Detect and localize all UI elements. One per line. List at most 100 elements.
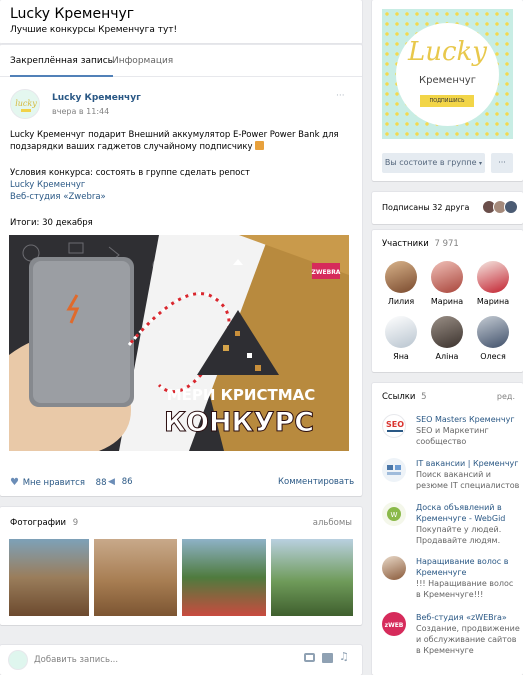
photo-4[interactable] [271, 539, 353, 616]
link-desc: Создание, продвижение и обслуживание сай… [416, 624, 520, 655]
seo-logo-icon: SEO [382, 414, 406, 438]
tab-pinned[interactable]: Закреплённая запись [10, 45, 113, 77]
friends-subscribed-block[interactable]: Подписаны 32 друга [372, 192, 523, 224]
member-status-button[interactable]: Вы состоите в группе ▾ [382, 153, 485, 173]
members-count: 7 971 [434, 239, 459, 249]
link-desc: SEO и Маркетинг сообщество [416, 426, 489, 446]
svg-text:lucky: lucky [15, 99, 37, 108]
post-text-results: Итоги: 30 декабря [10, 218, 93, 228]
it-jobs-logo-icon [382, 458, 406, 482]
post-text-line1: Lucky Кременчуг подарит Внешний аккумуля… [10, 130, 339, 140]
post-link-studio[interactable]: Веб-студия «Zwebra» [10, 191, 106, 203]
link-title: IT вакансии | Кременчуг [416, 459, 519, 468]
like-label: Мне нравится [22, 478, 85, 488]
member-name: Аліна [435, 352, 459, 361]
wall-tabs: Закреплённая запись Информация [0, 45, 362, 77]
post-text-line3: Условия конкурса: состоять в группе сдел… [10, 168, 250, 178]
post-author-avatar[interactable]: lucky [10, 89, 40, 119]
more-actions-button[interactable]: ··· [491, 153, 513, 173]
member-name: Олеся [480, 352, 506, 361]
group-title: Lucky Кременчуг [10, 6, 135, 22]
link-item[interactable]: zWEB Веб-студия «zWEBra» Создание, продв… [382, 612, 520, 668]
music-icon[interactable]: ♫ [339, 650, 349, 663]
image-headline-1: МЕРИ КРИСТМАС [167, 386, 316, 404]
link-title: Веб-студия «zWEBra» [416, 613, 507, 622]
member-item[interactable]: Лилия [380, 261, 422, 306]
member-avatar [385, 316, 417, 348]
photos-title: Фотографии [10, 518, 67, 528]
logo-subscribe-sign: ПОДПИШИСЬ [420, 95, 474, 107]
svg-text:zWEB: zWEB [385, 622, 404, 629]
links-edit-button[interactable]: ред. [497, 392, 515, 401]
member-item[interactable]: Олеся [472, 316, 514, 361]
gift-emoji-icon [255, 141, 265, 150]
link-desc: !!! Наращивание волос в Кременчуге!!! [416, 579, 514, 599]
composer-input[interactable]: Добавить запись... [34, 655, 118, 665]
post-image[interactable]: ZWEBRA МЕРИ КРИСТМАС КОНКУРС [9, 235, 349, 451]
post-text-line2-text: подзарядки ваших гаджетов случайному под… [10, 142, 253, 152]
member-item[interactable]: Яна [380, 316, 422, 361]
chevron-down-icon: ▾ [479, 160, 483, 167]
image-headline-2: КОНКУРС [164, 407, 314, 438]
members-title: Участники [382, 239, 429, 249]
members-block: Участники 7 971 Лилия Марина Марина Яна … [372, 230, 523, 372]
members-heading[interactable]: Участники 7 971 [382, 239, 459, 249]
photos-block: Фотографии 9 альбомы [0, 507, 362, 625]
post-more-icon[interactable]: ··· [336, 91, 345, 101]
links-count: 5 [421, 392, 427, 402]
heart-icon: ♥ [10, 477, 19, 488]
share-button[interactable]: ◀ 86 [108, 477, 133, 487]
composer-avatar [8, 650, 28, 670]
albums-link[interactable]: альбомы [313, 518, 352, 528]
member-name: Марина [476, 297, 510, 306]
member-item[interactable]: Аліна [426, 316, 468, 361]
post-link-group[interactable]: Lucky Кременчуг [10, 179, 85, 191]
camera-icon[interactable] [304, 653, 315, 662]
zwebra-logo: ZWEBRA [312, 269, 341, 276]
friends-subscribed-text: Подписаны 32 друга [382, 203, 470, 212]
member-item[interactable]: Марина [472, 261, 514, 306]
photo-3[interactable] [182, 539, 266, 616]
link-item[interactable]: IT вакансии | Кременчуг Поиск вакансий и… [382, 458, 520, 494]
link-desc: Покупайте у людей. Продавайте людям. [416, 525, 502, 545]
post-time[interactable]: вчера в 11:44 [52, 107, 109, 116]
photos-count: 9 [72, 518, 79, 528]
link-title: Доска объявлений в Кременчуге - WebGid [416, 503, 506, 523]
post-text-line2: подзарядки ваших гаджетов случайному под… [10, 141, 265, 153]
share-count: 86 [121, 477, 133, 487]
link-desc: Поиск вакансий и резюме IT специалистов [416, 470, 520, 490]
group-avatar[interactable]: Lucky Кременчуг ПОДПИШИСЬ [382, 9, 513, 139]
megaphone-icon: ◀ [108, 477, 115, 487]
member-name: Лилия [387, 297, 415, 306]
links-block: Ссылки 5 ред. SEO SEO Masters Кременчуг … [372, 383, 523, 675]
member-item[interactable]: Марина [426, 261, 468, 306]
zwebra-logo-icon: zWEB [382, 612, 406, 636]
video-icon[interactable] [322, 653, 333, 663]
pinned-post: Закреплённая запись Информация lucky Luc… [0, 44, 362, 496]
photo-1[interactable] [9, 539, 89, 616]
link-title: Наращивание волос в Кременчуге [416, 557, 509, 577]
friend-avatar-3 [504, 200, 518, 214]
photos-heading[interactable]: Фотографии 9 [10, 518, 78, 528]
like-button[interactable]: ♥ Мне нравится 88 [10, 477, 107, 488]
member-avatar [431, 261, 463, 293]
link-item[interactable]: Наращивание волос в Кременчуге !!! Наращ… [382, 556, 520, 602]
link-item[interactable]: W Доска объявлений в Кременчуге - WebGid… [382, 502, 520, 550]
member-name: Марина [430, 297, 464, 306]
svg-text:W: W [391, 511, 398, 519]
tab-info[interactable]: Информация [112, 45, 173, 77]
group-cover-block: Lucky Кременчуг ПОДПИШИСЬ Вы состоите в … [372, 0, 523, 181]
member-avatar [477, 261, 509, 293]
link-item[interactable]: SEO SEO Masters Кременчуг SEO и Маркетин… [382, 414, 520, 450]
post-author-name[interactable]: Lucky Кременчуг [52, 93, 141, 103]
post-composer: Добавить запись... ♫ [0, 645, 362, 675]
logo-city: Кременчуг [419, 75, 476, 86]
group-status: Лучшие конкурсы Кременчуга тут! [10, 25, 178, 35]
svg-text:SEO: SEO [386, 420, 404, 429]
group-header: Lucky Кременчуг Лучшие конкурсы Кременчу… [0, 0, 362, 44]
links-heading[interactable]: Ссылки 5 [382, 392, 427, 402]
comment-button[interactable]: Комментировать [278, 477, 354, 487]
member-avatar [385, 261, 417, 293]
member-name: Яна [393, 352, 409, 361]
photo-2[interactable] [94, 539, 177, 616]
